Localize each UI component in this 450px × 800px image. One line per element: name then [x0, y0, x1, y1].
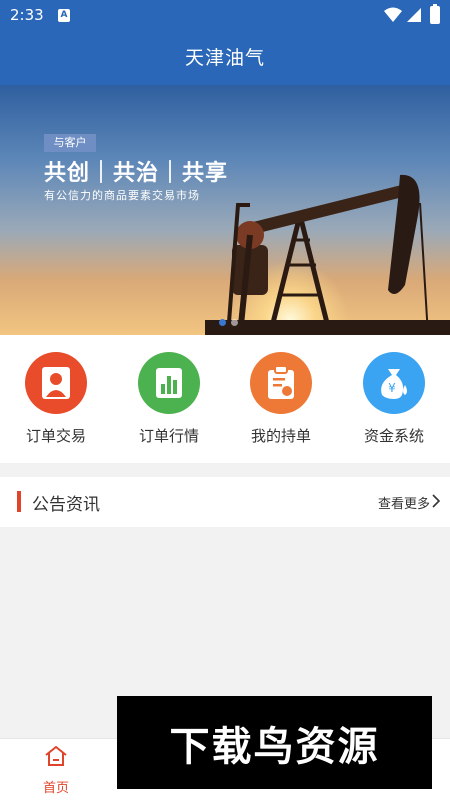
notification-icon: A [58, 9, 70, 22]
nav-item-label: 首页 [42, 781, 69, 796]
battery-icon [430, 4, 440, 24]
status-bar: 2:33 A [0, 0, 450, 32]
clipboard-icon [250, 352, 312, 414]
section-accent-bar [17, 491, 21, 512]
home-icon [45, 745, 67, 766]
status-time: 2:33 [10, 6, 44, 24]
view-more-link[interactable]: 查看更多 [378, 493, 430, 512]
menu-item-my-holdings[interactable]: 我的持单 [236, 352, 326, 446]
menu-item-funds-system[interactable]: ¥ 资金系统 [349, 352, 439, 446]
menu-item-label: 订单行情 [138, 427, 199, 445]
menu-item-order-quotes[interactable]: 订单行情 [124, 352, 214, 446]
oil-pump-illustration [205, 174, 450, 335]
carousel-dot[interactable] [231, 319, 238, 326]
chevron-right-icon[interactable] [432, 494, 440, 508]
watermark: 下载鸟资源 [117, 696, 432, 789]
top-bar: 2:33 A 天津油气 [0, 0, 450, 85]
wifi-icon [384, 7, 402, 22]
menu-item-order-trade[interactable]: 订单交易 [11, 352, 101, 446]
svg-text:¥: ¥ [388, 381, 396, 395]
menu-item-label: 我的持单 [250, 427, 311, 445]
banner-tag: 与客户 [44, 134, 96, 152]
banner-carousel[interactable]: 与客户 共创｜共治｜共享 有公信力的商品要素交易市场 [0, 85, 450, 335]
banner-subtitle: 有公信力的商品要素交易市场 [44, 189, 200, 202]
banner-slogan: 共创｜共治｜共享 [44, 161, 229, 186]
carousel-dot[interactable] [219, 319, 226, 326]
nav-item-home[interactable]: 首页 [0, 739, 112, 800]
app-screen: 2:33 A 天津油气 与客户 共创｜共治｜共享 有公信力的商品要素交易市场 订… [0, 0, 450, 800]
signal-icon [407, 8, 421, 22]
chart-icon [138, 352, 200, 414]
notice-section-header: 公告资讯 查看更多 [0, 477, 450, 527]
menu-item-label: 订单交易 [25, 427, 86, 445]
money-bag-icon: ¥ [363, 352, 425, 414]
page-title: 天津油气 [184, 47, 265, 69]
user-icon [25, 352, 87, 414]
quick-menu: 订单交易 订单行情 我的持单 ¥ 资金系统 [0, 335, 450, 463]
carousel-indicator [219, 311, 243, 330]
notice-title: 公告资讯 [32, 495, 100, 515]
menu-item-label: 资金系统 [363, 427, 424, 445]
